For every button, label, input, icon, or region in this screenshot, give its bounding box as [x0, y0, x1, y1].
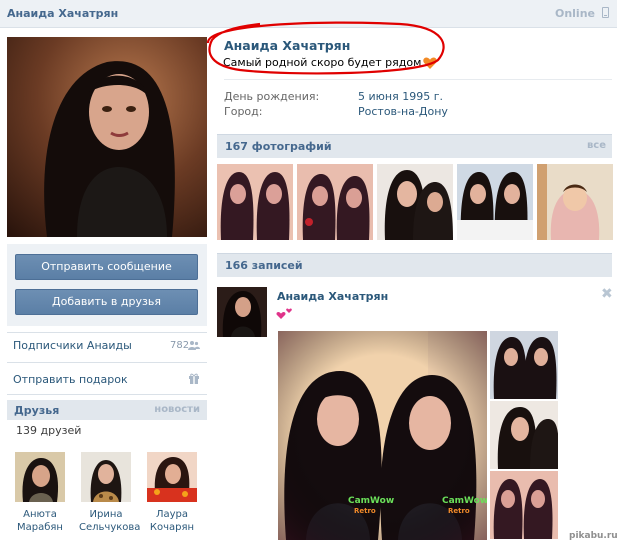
heart-icon: [423, 57, 438, 69]
friends-count[interactable]: 139 друзей: [16, 424, 81, 437]
header-name[interactable]: Анаида Хачатрян: [7, 7, 118, 20]
photo-thumbnail[interactable]: [217, 164, 293, 240]
pikabu-watermark: pikabu.ru: [569, 531, 617, 541]
photos-title[interactable]: 167 фотографий: [225, 140, 332, 153]
followers-count: 782: [170, 340, 190, 351]
photo-thumbnail[interactable]: [297, 164, 373, 240]
send-gift-link[interactable]: Отправить подарок: [13, 373, 128, 386]
mobile-icon: [602, 7, 609, 18]
friend-last-name[interactable]: Сельчукова: [79, 522, 140, 533]
friend-first-name[interactable]: Анюта: [23, 509, 57, 520]
post-photo-thumb[interactable]: [490, 401, 558, 469]
add-friend-button[interactable]: Добавить в друзья: [15, 289, 198, 315]
post-photo-thumb[interactable]: [490, 471, 558, 539]
birthday-value[interactable]: 5 июня 1995 г.: [358, 90, 443, 103]
photos-all-link[interactable]: все: [587, 140, 606, 151]
photos-header[interactable]: 167 фотографий все: [217, 134, 612, 158]
friend-card[interactable]: Ирина Сельчукова: [79, 452, 140, 534]
divider: [224, 79, 612, 80]
city-label: Город:: [224, 105, 263, 118]
friends-header[interactable]: Друзья новости: [7, 400, 207, 420]
friends-title[interactable]: Друзья: [14, 404, 59, 417]
post-photo-thumb[interactable]: [490, 331, 558, 399]
followers-link[interactable]: Подписчики Анаиды: [13, 339, 132, 352]
friend-avatar[interactable]: [15, 452, 65, 502]
divider: [7, 362, 207, 363]
status-text[interactable]: Самый родной скоро будет рядом: [223, 56, 438, 69]
divider: [7, 394, 207, 395]
friend-card[interactable]: Лаура Кочарян: [145, 452, 199, 534]
page-title: Анаида Хачатрян: [224, 38, 351, 53]
profile-avatar[interactable]: [7, 37, 207, 237]
friends-news-link[interactable]: новости: [154, 404, 200, 415]
friend-avatar[interactable]: [81, 452, 131, 502]
photo-thumbnail[interactable]: [457, 164, 533, 240]
wall-header[interactable]: 166 записей: [217, 253, 612, 277]
city-value[interactable]: Ростов-на-Дону: [358, 105, 448, 118]
profile-header: Анаида Хачатрян Online: [0, 0, 617, 28]
divider: [7, 332, 207, 333]
photo-thumbnail[interactable]: [377, 164, 453, 240]
post-photo-main[interactable]: CamWow Retro CamWow Retro: [278, 331, 487, 540]
friend-first-name[interactable]: Лаура: [156, 509, 188, 520]
svg-text:Retro: Retro: [448, 507, 470, 515]
gift-icon: [189, 373, 199, 384]
post-author-name[interactable]: Анаида Хачатрян: [277, 290, 388, 303]
wall-title[interactable]: 166 записей: [225, 259, 303, 272]
friend-avatar[interactable]: [147, 452, 197, 502]
close-icon[interactable]: ✖: [601, 286, 613, 302]
send-message-button[interactable]: Отправить сообщение: [15, 254, 198, 280]
status-label: Самый родной скоро будет рядом: [223, 56, 422, 69]
friend-first-name[interactable]: Ирина: [90, 509, 123, 520]
post-author-avatar[interactable]: [217, 287, 267, 337]
friend-last-name[interactable]: Кочарян: [150, 522, 194, 533]
svg-text:CamWow: CamWow: [348, 496, 394, 506]
friend-last-name[interactable]: Марабян: [17, 522, 63, 533]
profile-actions: Отправить сообщение Добавить в друзья: [7, 244, 207, 326]
online-status: Online: [554, 7, 595, 20]
friend-card[interactable]: Анюта Марабян: [13, 452, 67, 534]
svg-text:Retro: Retro: [354, 507, 376, 515]
birthday-label: День рождения:: [224, 90, 320, 103]
photo-thumbnail[interactable]: [537, 164, 613, 240]
svg-text:CamWow: CamWow: [442, 496, 487, 506]
followers-icon: [188, 340, 200, 350]
heart-icon: [276, 304, 294, 320]
